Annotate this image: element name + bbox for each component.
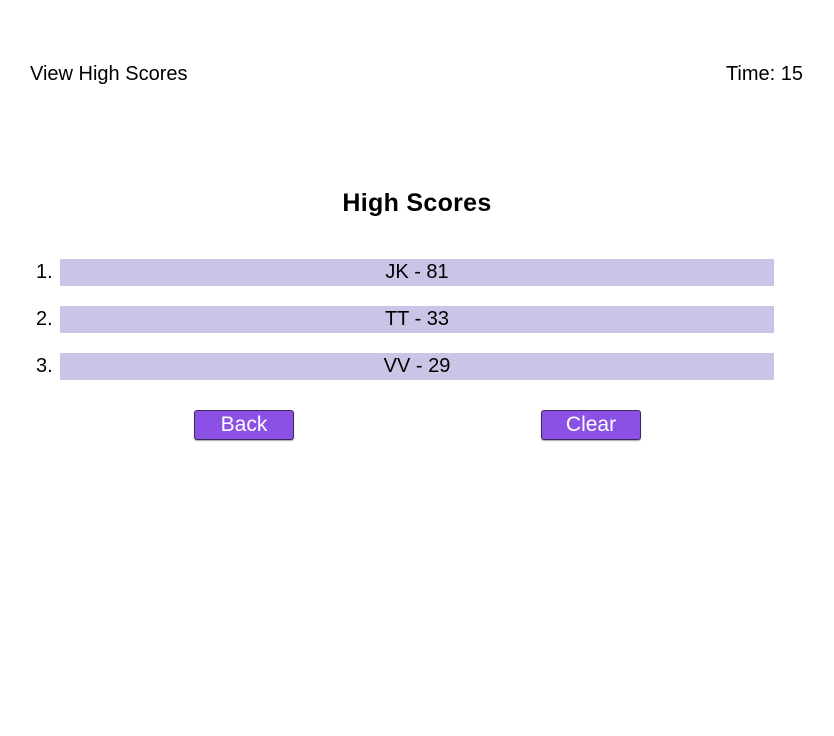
score-rank: 2. (36, 308, 53, 330)
score-row-3: 3. VV - 29 (30, 353, 774, 380)
page: View High Scores Time: 15 High Scores 1.… (0, 0, 834, 736)
score-entry: JK - 81 (60, 259, 774, 286)
score-row-1: 1. JK - 81 (30, 259, 774, 286)
score-row-2: 2. TT - 33 (30, 306, 774, 333)
page-title: High Scores (342, 189, 492, 217)
score-entry: VV - 29 (60, 353, 774, 380)
back-button[interactable]: Back (194, 410, 294, 440)
score-entry: TT - 33 (60, 306, 774, 333)
timer-display: Time: 15 (725, 63, 803, 85)
view-high-scores-link[interactable]: View High Scores (30, 62, 187, 86)
high-scores-list: 1. JK - 81 2. TT - 33 3. VV - 29 (30, 259, 774, 400)
score-rank: 3. (36, 355, 53, 377)
clear-button[interactable]: Clear (541, 410, 641, 440)
score-rank: 1. (36, 261, 53, 283)
